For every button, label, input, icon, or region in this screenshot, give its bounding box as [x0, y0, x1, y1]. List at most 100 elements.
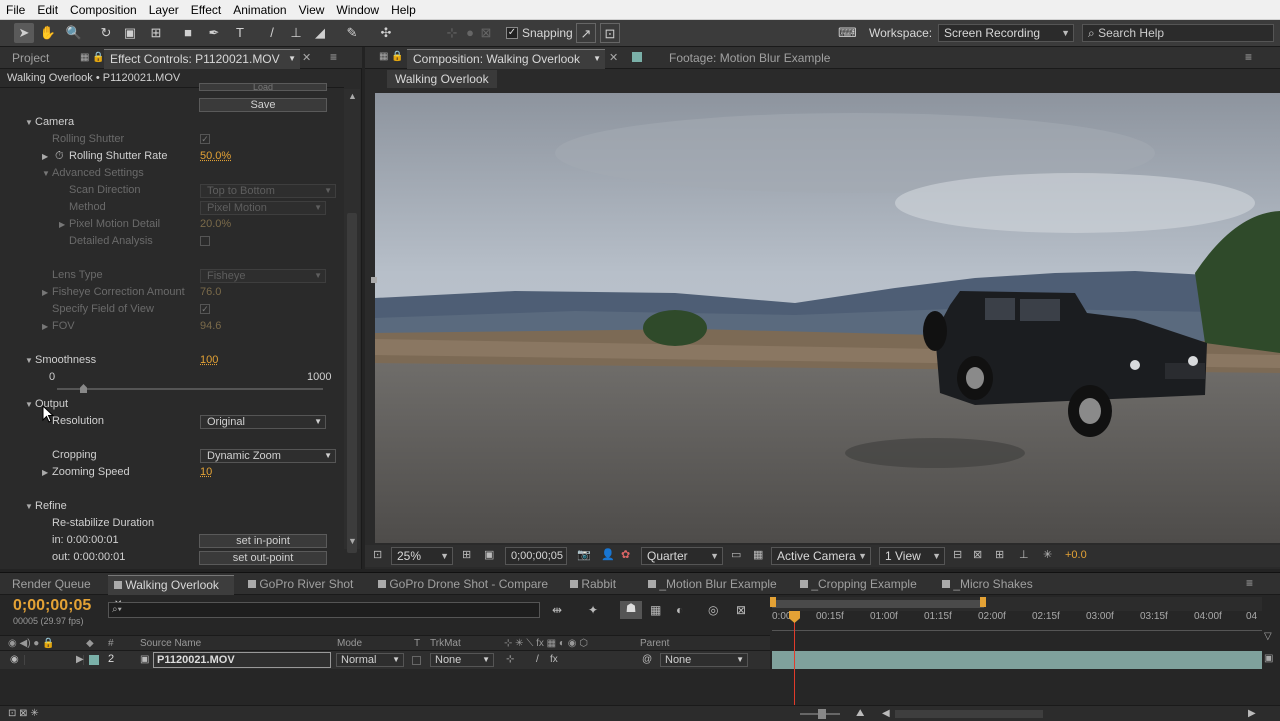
show-snapshot-icon[interactable]: 👤	[601, 548, 615, 561]
time-ruler[interactable]: 0:00f 00:15f 01:00f 01:15f 02:00f 02:15f…	[772, 611, 1262, 633]
layer-mode-dropdown[interactable]: Normal ▼	[336, 653, 404, 667]
set-out-point-button[interactable]: set out-point	[199, 551, 327, 565]
menu-file[interactable]: File	[0, 0, 31, 20]
lens-type-dropdown[interactable]: Fisheye ▼	[200, 269, 326, 283]
layer-duration-bar[interactable]	[772, 651, 1262, 669]
resolution-dropdown-viewer[interactable]: Quarter ▼	[641, 547, 723, 565]
method-dropdown[interactable]: Pixel Motion ▼	[200, 201, 326, 215]
close-icon[interactable]: ✕	[302, 51, 311, 64]
menu-composition[interactable]: Composition	[64, 0, 143, 20]
comp-mini-flowchart-icon[interactable]: ⇹	[552, 603, 562, 617]
layer-name-field[interactable]: P1120021.MOV	[153, 652, 331, 668]
tab-micro-shakes[interactable]: _Micro Shakes	[936, 575, 1039, 595]
reset-exposure-icon[interactable]: ✳	[1043, 548, 1052, 561]
smoothness-slider-track[interactable]	[57, 388, 323, 390]
work-area-end-handle[interactable]	[980, 597, 986, 607]
motion-blur-icon[interactable]: ◐	[676, 603, 683, 617]
panel-options-icon[interactable]: ≡	[1245, 50, 1252, 64]
quality-switch-icon[interactable]: /	[536, 654, 539, 665]
scroll-right-icon[interactable]: ▶	[1248, 708, 1256, 719]
safe-zones-icon[interactable]: ⊞	[462, 548, 471, 561]
layer-end-icon[interactable]: ▣	[1264, 653, 1273, 664]
camera-group-row[interactable]: ▼ Camera	[0, 114, 344, 131]
scan-direction-dropdown[interactable]: Top to Bottom ▼	[200, 184, 336, 198]
region-icon[interactable]: ▭	[731, 548, 741, 561]
work-area-bar[interactable]	[770, 597, 1262, 611]
save-button[interactable]: Save	[199, 98, 327, 112]
pick-whip-icon[interactable]: @	[642, 654, 652, 665]
preserve-transparency-checkbox[interactable]	[412, 656, 421, 665]
smoothness-value[interactable]: 100	[200, 352, 218, 369]
rolling-shutter-rate-value[interactable]: 50.0%	[200, 148, 231, 165]
current-time-indicator-line[interactable]	[794, 613, 795, 709]
comp-breadcrumb[interactable]: Walking Overlook	[387, 70, 497, 88]
brainstorm-icon[interactable]: ◎	[708, 603, 718, 617]
rectangle-tool-icon[interactable]: ■	[178, 23, 198, 43]
comp-button-icon[interactable]: ▽	[1264, 631, 1272, 642]
eraser-tool-icon[interactable]: ◢	[310, 23, 330, 43]
tab-footage[interactable]: Footage: Motion Blur Example	[663, 49, 836, 69]
selection-tool-icon[interactable]: ➤	[14, 23, 34, 43]
set-in-point-button[interactable]: set in-point	[199, 534, 327, 548]
tab-cropping-example[interactable]: _Cropping Example	[794, 575, 923, 595]
text-tool-icon[interactable]: T	[230, 23, 250, 43]
snapping-checkbox[interactable]: ✓	[506, 27, 518, 39]
refine-group-row[interactable]: ▼ Refine	[0, 498, 344, 515]
workspace-dropdown[interactable]: Screen Recording ▼	[938, 24, 1074, 42]
menu-edit[interactable]: Edit	[31, 0, 64, 20]
tab-project[interactable]: Project	[6, 49, 55, 69]
zoom-slider-handle[interactable]	[818, 709, 826, 719]
tab-composition[interactable]: Composition: Walking Overlook ▼	[407, 49, 605, 69]
region-of-interest-icon[interactable]: ▣	[484, 548, 494, 561]
fisheye-correction-value[interactable]: 76.0	[200, 284, 221, 301]
collapsed-triangle-icon[interactable]: ▶	[42, 318, 48, 335]
fast-previews-icon[interactable]: ⊠	[973, 548, 982, 561]
tab-render-queue[interactable]: Render Queue	[6, 575, 97, 595]
zoom-dropdown[interactable]: 25% ▼	[391, 547, 453, 565]
effect-controls-scrollbar[interactable]: ▲	[344, 89, 360, 553]
advanced-settings-row[interactable]: ▼ Advanced Settings	[0, 165, 344, 182]
layer-color-label-icon[interactable]	[89, 655, 99, 665]
detailed-analysis-checkbox[interactable]	[200, 236, 210, 246]
puppet-pin-tool-icon[interactable]: ✣	[376, 23, 396, 43]
cropping-dropdown[interactable]: Dynamic Zoom ▼	[200, 449, 336, 463]
pen-tool-icon[interactable]: ✒	[204, 23, 224, 43]
specify-fov-checkbox[interactable]: ✓	[200, 304, 210, 314]
fx-switch-icon[interactable]: fx	[550, 654, 558, 665]
panel-menu-icon[interactable]: ▦ 🔒	[80, 52, 105, 63]
rotate-tool-icon[interactable]: ↻	[96, 23, 116, 43]
timeline-current-time[interactable]: 0;00;00;05	[13, 597, 91, 615]
draft-3d-icon[interactable]: ✦	[588, 603, 598, 617]
snapshot-icon[interactable]: 📷	[577, 548, 591, 561]
horizontal-scrollbar-thumb[interactable]	[895, 710, 1043, 718]
collapsed-triangle-icon[interactable]: ▶	[42, 148, 48, 165]
menu-animation[interactable]: Animation	[227, 0, 292, 20]
collapsed-triangle-icon[interactable]: ▶	[76, 654, 84, 665]
rolling-shutter-checkbox[interactable]: ✓	[200, 134, 210, 144]
shy-switch-icon[interactable]: ⊹	[506, 654, 514, 665]
source-name-header[interactable]: Source Name	[140, 638, 201, 649]
menu-effect[interactable]: Effect	[185, 0, 227, 20]
zoom-tool-icon[interactable]: 🔍	[64, 23, 84, 43]
tab-motion-blur-example[interactable]: _Motion Blur Example	[642, 575, 783, 595]
work-area-range[interactable]	[772, 600, 984, 608]
collapsed-triangle-icon[interactable]: ▶	[59, 216, 65, 233]
layer-parent-dropdown[interactable]: None ▼	[660, 653, 748, 667]
left-edge-handle[interactable]	[371, 277, 377, 283]
channel-icon[interactable]: ✿	[621, 548, 630, 561]
menu-window[interactable]: Window	[330, 0, 385, 20]
scroll-up-icon[interactable]: ▲	[348, 91, 357, 101]
pixel-motion-detail-value[interactable]: 20.0%	[200, 216, 231, 233]
zooming-speed-value[interactable]: 10	[200, 464, 212, 481]
brush-tool-icon[interactable]: /	[262, 23, 282, 43]
always-preview-icon[interactable]: ⊡	[373, 548, 382, 561]
resolution-dropdown[interactable]: Original ▼	[200, 415, 326, 429]
current-time-field[interactable]: 0;00;00;05	[505, 547, 567, 565]
search-help-input[interactable]: ⌕ Search Help	[1082, 24, 1274, 42]
graph-editor-icon[interactable]: ⊠	[736, 603, 746, 617]
timeline-icon[interactable]: ⊞	[995, 548, 1004, 561]
panel-options-icon[interactable]: ≡	[1246, 576, 1253, 590]
view-layout-dropdown[interactable]: 1 View ▼	[879, 547, 945, 565]
axis-view-icon[interactable]: ⊠	[476, 23, 496, 43]
pan-behind-tool-icon[interactable]: ⊞	[146, 23, 166, 43]
